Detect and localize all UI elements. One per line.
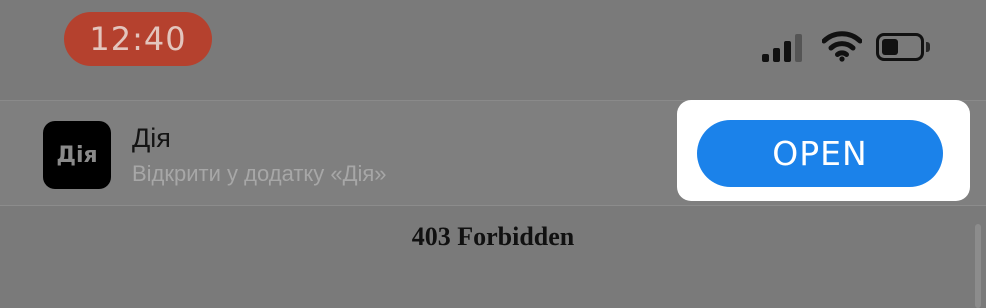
page-content: 403 Forbidden [0, 206, 986, 308]
status-bar: 12:40 [0, 0, 986, 100]
app-icon: Дія [43, 121, 111, 189]
battery-level-fill [882, 39, 898, 55]
battery-icon [876, 33, 930, 61]
time-pill[interactable]: 12:40 [64, 12, 212, 66]
open-app-button[interactable]: OPEN [697, 120, 943, 187]
wifi-icon [821, 30, 863, 62]
status-time: 12:40 [89, 20, 187, 58]
app-icon-logo-text: Дія [56, 142, 98, 168]
cellular-signal-icon [762, 34, 806, 62]
open-button-highlight: OPEN [677, 100, 970, 201]
app-name: Дія [132, 123, 171, 153]
app-subtitle: Відкрити у додатку «Дія» [132, 161, 387, 186]
scrollbar[interactable] [975, 224, 981, 308]
page-heading: 403 Forbidden [411, 222, 575, 251]
